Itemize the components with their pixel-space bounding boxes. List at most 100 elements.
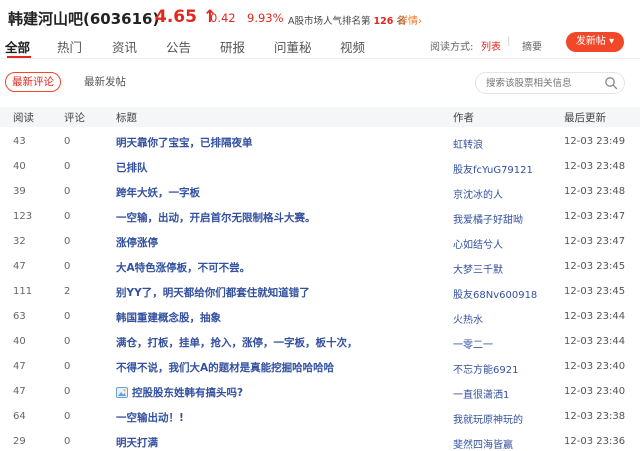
read-count: 32 <box>13 236 26 247</box>
read-count: 43 <box>13 136 26 147</box>
last-updated: 12-03 23:47 <box>564 236 626 247</box>
tab-announcements[interactable]: 公告 <box>166 37 191 56</box>
post-title[interactable]: 大A特色涨停板，不可不尝。 <box>116 260 250 275</box>
search-input[interactable] <box>486 76 596 90</box>
stock-price: 4.65 ↑ <box>155 7 218 27</box>
post-author[interactable]: 斐然四海皆赢 <box>453 436 513 451</box>
post-author[interactable]: 京沈冰的人 <box>453 186 503 201</box>
popularity-rank: A股市场人气排名第 126 名 <box>288 13 406 27</box>
header-updated: 最后更新 <box>564 112 606 124</box>
read-count: 63 <box>13 311 26 322</box>
post-author[interactable]: 火热水 <box>453 311 483 326</box>
post-author[interactable]: 一零二一 <box>453 336 493 351</box>
sort-newest-comments[interactable]: 最新评论 <box>5 72 61 92</box>
detail-link[interactable]: 详情› <box>398 12 422 27</box>
post-author[interactable]: 股友68Nv600918 <box>453 286 537 301</box>
header-comments: 评论 <box>64 112 85 124</box>
price-change: 0.42 <box>210 11 236 25</box>
new-post-button[interactable]: 发新帖 ▾ <box>566 32 624 52</box>
sort-newest-posts[interactable]: 最新发帖 <box>84 74 126 89</box>
tab-hot[interactable]: 热门 <box>57 37 82 56</box>
rank-prefix: A股市场人气排名第 <box>288 16 371 27</box>
post-author[interactable]: 大梦三千默 <box>453 261 503 276</box>
search-box <box>475 72 625 94</box>
table-header: 阅读 评论 标题 作者 最后更新 <box>0 107 640 127</box>
stock-header: 韩建河山吧(603616) 4.65 ↑ 0.42 9.93% A股市场人气排名… <box>0 0 640 34</box>
post-title[interactable]: 明天打满 <box>116 435 158 450</box>
post-author[interactable]: 虹转浪 <box>453 136 483 151</box>
last-updated: 12-03 23:45 <box>564 261 626 272</box>
header-reads: 阅读 <box>13 112 34 124</box>
tab-all[interactable]: 全部 <box>5 37 30 56</box>
table-row: 47 0 大A特色涨停板，不可不尝。 大梦三千默 12-03 23:45 <box>0 255 640 280</box>
comment-count: 0 <box>64 386 71 397</box>
header-author: 作者 <box>453 112 474 124</box>
post-title[interactable]: 一空输出动！! <box>116 410 184 425</box>
read-mode-list[interactable]: 列表 <box>481 38 501 53</box>
post-title[interactable]: 别YY了，明天都给你们都套住就知道错了 <box>116 285 310 300</box>
post-title[interactable]: 涨停涨停 <box>116 235 158 250</box>
post-author[interactable]: 我就玩原神玩的 <box>453 411 523 426</box>
table-row: 40 0 已排队 股友fcYuG79121 12-03 23:48 <box>0 155 640 180</box>
read-count: 40 <box>13 336 26 347</box>
post-title[interactable]: 跨年大妖，一字板 <box>116 185 200 200</box>
read-mode-label: 阅读方式: <box>430 42 474 53</box>
comment-count: 0 <box>64 161 71 172</box>
comment-count: 0 <box>64 236 71 247</box>
last-updated: 12-03 23:48 <box>564 186 626 197</box>
comment-count: 0 <box>64 336 71 347</box>
read-count: 64 <box>13 411 26 422</box>
post-author[interactable]: 一直很潇洒1 <box>453 386 509 401</box>
tab-video[interactable]: 视频 <box>340 37 365 56</box>
read-count: 47 <box>13 386 26 397</box>
comment-count: 0 <box>64 311 71 322</box>
last-updated: 12-03 23:47 <box>564 211 626 222</box>
read-count: 29 <box>13 436 26 447</box>
comment-count: 0 <box>64 136 71 147</box>
divider <box>0 58 640 59</box>
post-title[interactable]: 不得不说，我们大A的题材是真能挖掘哈哈哈哈 <box>116 360 334 375</box>
comment-count: 2 <box>64 286 71 297</box>
search-icon[interactable] <box>604 76 618 90</box>
table-row: 43 0 明天靠你了宝宝，已排隔夜单 虹转浪 12-03 23:49 <box>0 130 640 155</box>
tab-news[interactable]: 资讯 <box>112 37 137 56</box>
last-updated: 12-03 23:48 <box>564 161 626 172</box>
page-title[interactable]: 韩建河山吧(603616) <box>8 8 159 29</box>
table-row: 47 0 不得不说，我们大A的题材是真能挖掘哈哈哈哈 不忘方能6921 12-0… <box>0 355 640 380</box>
last-updated: 12-03 23:45 <box>564 286 626 297</box>
comment-count: 0 <box>64 211 71 222</box>
post-title[interactable]: 明天靠你了宝宝，已排隔夜单 <box>116 135 253 150</box>
post-author[interactable]: 心如结兮人 <box>453 236 503 251</box>
read-count: 111 <box>13 286 33 297</box>
read-count: 47 <box>13 361 26 372</box>
table-row: 63 0 韩国重建概念股，抽象 火热水 12-03 23:44 <box>0 305 640 330</box>
price-change-percent: 9.93% <box>247 11 284 25</box>
table-row: 39 0 跨年大妖，一字板 京沈冰的人 12-03 23:48 <box>0 180 640 205</box>
read-mode-summary[interactable]: 摘要 <box>522 38 542 53</box>
last-updated: 12-03 23:44 <box>564 336 626 347</box>
last-updated: 12-03 23:40 <box>564 361 626 372</box>
post-title[interactable]: 已排队 <box>116 160 148 175</box>
read-mode-divider: | <box>507 36 511 47</box>
post-author[interactable]: 股友fcYuG79121 <box>453 161 533 176</box>
post-author[interactable]: 我爱橘子好甜呦 <box>453 211 523 226</box>
tab-bar: 全部 热门 资讯 公告 研报 问董秘 视频 <box>0 34 640 58</box>
rank-value: 126 <box>373 16 394 27</box>
post-title[interactable]: 满仓，打板，挂单，抢入，涨停，一字板，板十次， <box>116 335 358 350</box>
tab-research[interactable]: 研报 <box>220 37 245 56</box>
post-title-with-image[interactable]: 控股股东姓韩有搞头吗? <box>116 385 243 400</box>
read-count: 123 <box>13 211 33 222</box>
post-title[interactable]: 一空输，出动，开启首尔无限制格斗大赛。 <box>116 210 316 225</box>
post-author[interactable]: 不忘方能6921 <box>453 361 518 376</box>
comment-count: 0 <box>64 361 71 372</box>
table-row: 111 2 别YY了，明天都给你们都套住就知道错了 股友68Nv600918 1… <box>0 280 640 305</box>
post-title[interactable]: 韩国重建概念股，抽象 <box>116 310 221 325</box>
image-icon <box>116 387 128 398</box>
post-title[interactable]: 控股股东姓韩有搞头吗? <box>132 387 243 399</box>
last-updated: 12-03 23:40 <box>564 386 626 397</box>
tab-ask-secretary[interactable]: 问董秘 <box>274 37 312 56</box>
table-row: 40 0 满仓，打板，挂单，抢入，涨停，一字板，板十次， 一零二一 12-03 … <box>0 330 640 355</box>
table-row: 64 0 一空输出动！! 我就玩原神玩的 12-03 23:38 <box>0 405 640 430</box>
table-row: 47 0 控股股东姓韩有搞头吗? 一直很潇洒1 12-03 23:40 <box>0 380 640 405</box>
last-updated: 12-03 23:49 <box>564 136 626 147</box>
